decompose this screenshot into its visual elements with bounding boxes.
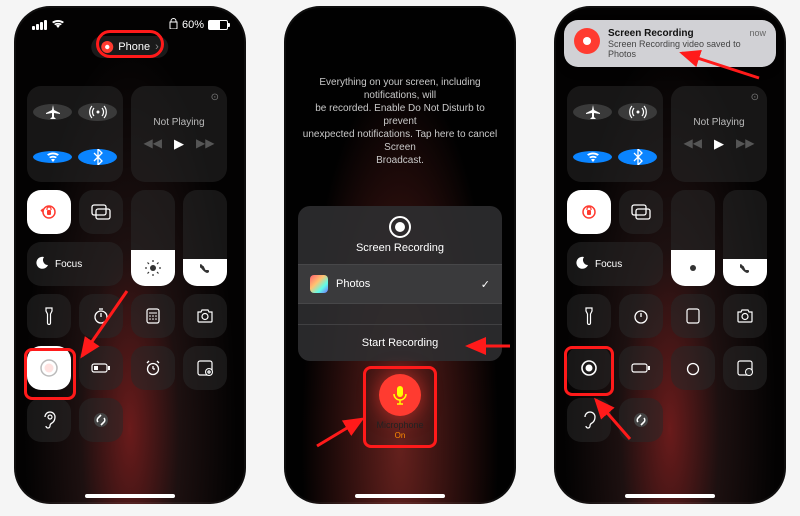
annotation-arrow [312,411,372,456]
rewind-icon[interactable]: ◀◀ [684,136,702,152]
control-center-grid: ⊙ Not Playing ◀◀ ▶ ▶▶ [27,86,233,442]
pill-label: Phone [118,41,150,53]
connectivity-group[interactable] [27,86,123,182]
cellular-toggle[interactable] [618,103,657,121]
screen-mirroring-tile[interactable] [79,190,123,234]
rotation-lock-tile[interactable] [27,190,71,234]
wifi-toggle[interactable] [33,151,72,163]
brightness-slider[interactable] [671,190,715,286]
cellular-signal-icon [32,20,47,30]
bluetooth-toggle[interactable] [618,149,657,165]
focus-label: Focus [595,259,622,270]
hearing-tile[interactable] [567,398,611,442]
banner-time: now [749,28,766,38]
phone-screen-1: 60% Phone › ⊙ Not Playing ◀◀ ▶ [14,6,246,504]
camera-tile[interactable] [723,294,767,338]
timer-tile[interactable] [79,294,123,338]
phone-icon [199,263,211,275]
mic-icon [379,374,421,416]
chevron-right-icon: › [155,41,159,53]
screen-record-tile[interactable] [567,346,611,390]
microphone-toggle[interactable]: Microphone On [369,374,431,440]
phone-icon [739,263,751,275]
status-bar: 60% [14,6,246,32]
airplane-toggle[interactable] [33,104,72,120]
play-icon[interactable]: ▶ [714,136,724,152]
alarm-tile[interactable] [131,346,175,390]
media-tile[interactable]: ⊙ Not Playing ◀◀ ▶ ▶▶ [131,86,227,182]
low-power-tile[interactable] [79,346,123,390]
photos-app-icon [310,275,328,293]
mic-state: On [369,431,431,440]
focus-tile[interactable]: Focus [567,242,663,286]
forward-icon[interactable]: ▶▶ [736,136,754,152]
flashlight-tile[interactable] [27,294,71,338]
banner-title: Screen Recording [608,28,741,39]
broadcast-warning[interactable]: Everything on your screen, including not… [302,76,498,167]
record-app-icon [574,28,600,54]
timer-tile[interactable] [619,294,663,338]
home-indicator[interactable] [85,494,175,498]
airplay-icon[interactable]: ⊙ [751,92,759,103]
low-power-tile[interactable] [619,346,663,390]
focus-tile[interactable]: Focus [27,242,123,286]
focus-label: Focus [55,259,82,270]
play-icon[interactable]: ▶ [174,136,184,152]
screen-record-tile[interactable] [27,346,71,390]
control-center-grid: ⊙ Not Playing ◀◀ ▶ ▶▶ [567,86,773,442]
record-ring-icon [389,216,411,238]
calculator-tile[interactable] [131,294,175,338]
notification-banner[interactable]: Screen Recording Screen Recording video … [564,20,776,67]
battery-pct: 60% [182,19,204,31]
bluetooth-toggle[interactable] [78,149,117,165]
moon-icon [35,256,49,273]
rewind-icon[interactable]: ◀◀ [144,136,162,152]
hearing-tile[interactable] [27,398,71,442]
phone-screen-2: Everything on your screen, including not… [284,6,516,504]
shazam-tile[interactable] [619,398,663,442]
home-indicator[interactable] [355,494,445,498]
camera-tile[interactable] [183,294,227,338]
calculator-tile[interactable] [671,294,715,338]
recording-pill[interactable]: Phone › [91,36,168,58]
screen-recording-popup: Screen Recording Photos ✓ Start Recordin… [298,206,502,361]
airplay-icon[interactable]: ⊙ [211,92,219,103]
moon-icon [575,256,589,273]
quick-note-tile[interactable] [723,346,767,390]
brightness-slider[interactable] [131,190,175,286]
signal-wifi [32,19,65,32]
lock-icon [169,18,178,32]
banner-subtitle: Screen Recording video saved to Photos [608,39,741,59]
connectivity-group[interactable] [567,86,663,182]
flashlight-tile[interactable] [567,294,611,338]
airplane-toggle[interactable] [573,104,612,120]
media-label: Not Playing [693,117,744,128]
sun-icon [145,260,161,276]
media-tile[interactable]: ⊙ Not Playing ◀◀ ▶ ▶▶ [671,86,767,182]
start-recording-button[interactable]: Start Recording [298,324,502,361]
battery-status: 60% [169,18,228,32]
destination-option[interactable]: Photos ✓ [298,264,502,304]
checkmark-icon: ✓ [481,278,490,291]
alarm-tile[interactable] [671,346,715,390]
wifi-toggle[interactable] [573,151,612,163]
shazam-tile[interactable] [79,398,123,442]
screen-mirroring-tile[interactable] [619,190,663,234]
cellular-toggle[interactable] [78,103,117,121]
rotation-lock-tile[interactable] [567,190,611,234]
mic-label: Microphone [369,421,431,431]
volume-slider[interactable] [723,190,767,286]
sun-icon [685,260,701,276]
wifi-status-icon [51,19,65,32]
forward-icon[interactable]: ▶▶ [196,136,214,152]
media-label: Not Playing [153,117,204,128]
quick-note-tile[interactable] [183,346,227,390]
battery-icon [208,20,228,30]
popup-title: Screen Recording [298,242,502,264]
record-dot-icon [101,41,113,53]
volume-slider[interactable] [183,190,227,286]
home-indicator[interactable] [625,494,715,498]
option-label: Photos [336,278,370,290]
phone-screen-3: Screen Recording Screen Recording video … [554,6,786,504]
